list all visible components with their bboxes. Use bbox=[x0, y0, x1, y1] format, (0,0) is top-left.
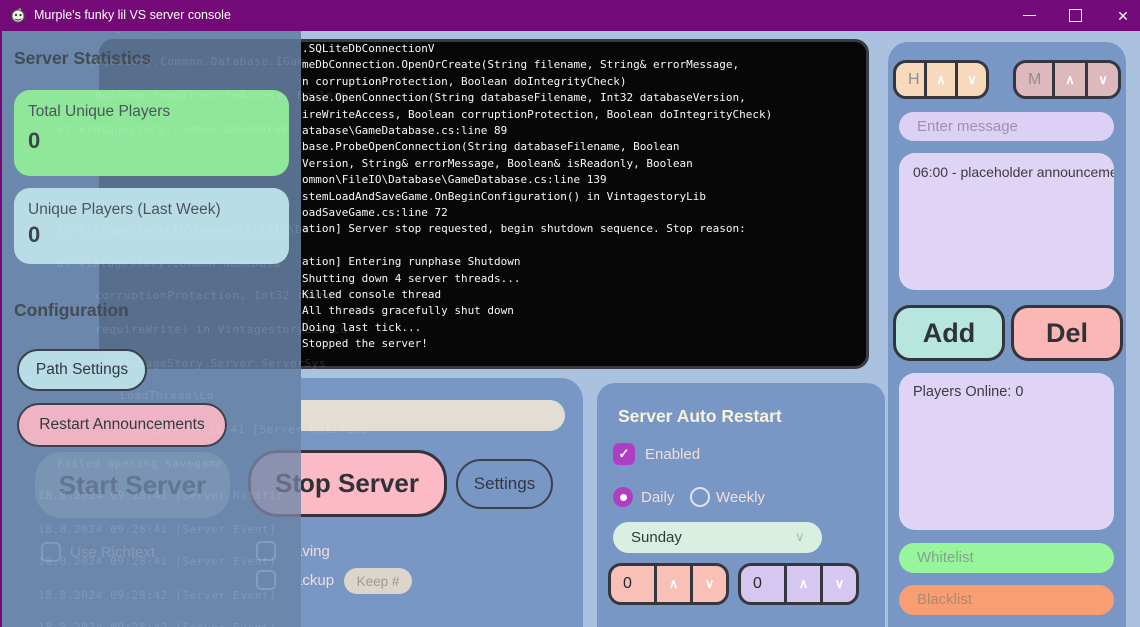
ghost-console-line: LoadThread\Lo bbox=[120, 389, 214, 402]
statistics-drawer: Server Statistics Total Unique Players 0… bbox=[2, 31, 301, 627]
maximize-icon bbox=[1069, 9, 1082, 22]
ghost-console-line: tagestory.Common.Database.IGam bbox=[88, 55, 305, 68]
maximize-button[interactable] bbox=[1053, 0, 1097, 31]
blacklist-button[interactable]: Blacklist bbox=[899, 585, 1114, 615]
spin-up-icon[interactable]: ∧ bbox=[784, 566, 820, 602]
ghost-console-line: Failed opening savegame bbox=[57, 457, 223, 470]
console-line: oadSaveGame.cs:line 72 bbox=[302, 205, 448, 221]
console-line: ation] Server stop requested, begin shut… bbox=[302, 221, 746, 237]
whitelist-button[interactable]: Whitelist bbox=[899, 543, 1114, 573]
message-placeholder: Enter message bbox=[917, 118, 1018, 135]
minimize-icon bbox=[1023, 15, 1036, 17]
app-icon bbox=[10, 7, 27, 24]
keep-count-input[interactable]: Keep # bbox=[344, 568, 412, 594]
stat-label: Unique Players (Last Week) bbox=[28, 201, 221, 219]
ghost-console-line: 18.8.2024 09:28:41 [Server Notifica bbox=[115, 423, 368, 436]
enabled-label: Enabled bbox=[645, 446, 700, 463]
weekly-label: Weekly bbox=[716, 489, 765, 506]
message-input[interactable]: Enter message bbox=[899, 112, 1114, 141]
console-line: ireWriteAccess, Boolean corruptionProtec… bbox=[302, 107, 772, 123]
weekly-radio[interactable] bbox=[690, 487, 710, 507]
console-line: atabase\GameDatabase.cs:line 89 bbox=[302, 123, 507, 139]
window-title: Murple's funky lil VS server console bbox=[34, 8, 231, 22]
app-window: .SQLiteDbConnectionVmeDbConnection.OpenO… bbox=[0, 0, 1140, 627]
ghost-backup-checkbox bbox=[256, 570, 276, 590]
day-select-value: Sunday bbox=[631, 529, 682, 546]
spin-down-icon[interactable]: ∨ bbox=[690, 566, 726, 602]
restart-hour-value[interactable]: 0 bbox=[611, 566, 654, 602]
titlebar[interactable]: Murple's funky lil VS server console ✕ bbox=[0, 0, 1140, 31]
console-line: Version, String& errorMessage, Boolean& … bbox=[302, 156, 693, 172]
blacklist-label: Blacklist bbox=[917, 591, 972, 608]
spin-down-icon[interactable]: ∨ bbox=[820, 566, 856, 602]
settings-button[interactable]: Settings bbox=[456, 459, 553, 509]
auto-restart-enabled-checkbox[interactable]: ✓ bbox=[613, 443, 635, 465]
console-line: ommon\FileIO\Database\GameDatabase.cs:li… bbox=[302, 172, 607, 188]
ghost-console-line: 18.8.2024 09:28:41 [Server Notific bbox=[38, 489, 284, 502]
restart-minute-value[interactable]: 0 bbox=[741, 566, 784, 602]
console-line: stemLoadAndSaveGame.OnBeginConfiguration… bbox=[302, 189, 706, 205]
path-settings-button[interactable]: Path Settings bbox=[17, 349, 147, 391]
ghost-console-line: in VintagestoryLib\Common\FileIO\Da bbox=[57, 223, 310, 236]
players-online-label: Players Online: 0 bbox=[913, 384, 1023, 400]
add-announcement-button[interactable]: Add bbox=[893, 305, 1005, 361]
console-line: meDbConnection.OpenOrCreate(String filen… bbox=[302, 57, 739, 73]
announcement-list[interactable]: 06:00 - placeholder announcement bbox=[899, 153, 1114, 290]
stat-value: 0 bbox=[28, 128, 40, 154]
console-line: .SQLiteDbConnectionV bbox=[302, 41, 434, 57]
restart-hour-spinner[interactable]: 0 ∧ ∨ bbox=[608, 563, 729, 605]
stat-value: 0 bbox=[28, 222, 40, 248]
announcement-item[interactable]: 06:00 - placeholder announcement bbox=[913, 164, 1114, 180]
console-line: ation] Entering runphase Shutdown bbox=[302, 254, 521, 270]
ghost-console-line: at vintagestory.common.GameData bbox=[57, 257, 281, 270]
radio-dot bbox=[620, 494, 627, 501]
console-line: Shutting down 4 server threads... bbox=[302, 271, 521, 287]
console-line: All threads gracefully shut down bbox=[302, 303, 514, 319]
ghost-console-line: 18.8.2024 09:28:42 [Server Event] bbox=[38, 621, 276, 627]
minimize-button[interactable] bbox=[1007, 0, 1051, 31]
ghost-console-line: requireWrite) in VintagestoryLib\Co bbox=[95, 323, 348, 336]
announce-hour-input[interactable]: H bbox=[896, 63, 924, 96]
console-line: base.OpenConnection(String databaseFilen… bbox=[302, 90, 746, 106]
announce-minute-spinner[interactable]: M ∧ ∨ bbox=[1013, 60, 1121, 99]
announce-minute-input[interactable]: M bbox=[1016, 63, 1052, 96]
whitelist-label: Whitelist bbox=[917, 549, 974, 566]
console-line: n corruptionProtection, Boolean doIntegr… bbox=[302, 74, 627, 90]
close-icon: ✕ bbox=[1117, 9, 1129, 23]
ghost-console-line: 18.8.2024 09:28:41 [Server Event] bbox=[38, 523, 276, 536]
players-online-list[interactable]: Players Online: 0 bbox=[899, 373, 1114, 530]
spin-down-icon[interactable]: ∨ bbox=[1085, 63, 1118, 96]
spin-up-icon[interactable]: ∧ bbox=[654, 566, 690, 602]
console-line: Stopped the server! bbox=[302, 336, 428, 352]
day-select[interactable]: Sunday ∨ bbox=[613, 522, 822, 553]
announce-hour-spinner[interactable]: H ∧ ∨ bbox=[893, 60, 989, 99]
auto-restart-title: Server Auto Restart bbox=[618, 406, 782, 427]
console-line: base.ProbeOpenConnection(String database… bbox=[302, 139, 680, 155]
ghost-stop-server-fragment: St bbox=[248, 450, 301, 517]
restart-minute-spinner[interactable]: 0 ∧ ∨ bbox=[738, 563, 859, 605]
delete-announcement-button[interactable]: Del bbox=[1011, 305, 1123, 361]
ghost-console-line: at VintageStory.Server.ServerSys bbox=[95, 357, 326, 370]
ghost-console-line: Boolean requireWriteAccess, Boolean bbox=[95, 89, 348, 102]
daily-label: Daily bbox=[641, 489, 674, 506]
close-button[interactable]: ✕ bbox=[1101, 0, 1140, 31]
configuration-heading: Configuration bbox=[14, 300, 129, 321]
window-border bbox=[0, 31, 2, 627]
spin-down-icon[interactable]: ∨ bbox=[955, 63, 986, 96]
ghost-console-line: 18.8.2024 09:28:41 [Server Event] bbox=[38, 555, 276, 568]
stat-label: Total Unique Players bbox=[28, 103, 170, 121]
daily-radio[interactable] bbox=[613, 487, 633, 507]
chevron-down-icon: ∨ bbox=[795, 529, 805, 545]
spin-up-icon[interactable]: ∧ bbox=[1052, 63, 1085, 96]
ghost-console-line: 18.8.2024 09:28:42 [Server Event] bbox=[38, 589, 276, 602]
ghost-console-line: at vintagestory.common.GameDatab bbox=[57, 123, 288, 136]
spin-up-icon[interactable]: ∧ bbox=[924, 63, 955, 96]
ghost-console-line: corruptionProtection, Int32 roundV bbox=[95, 289, 341, 302]
